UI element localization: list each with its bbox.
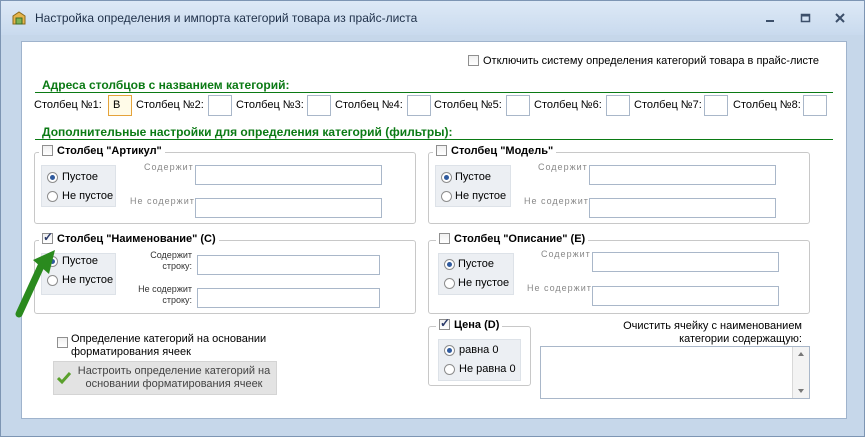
model-notempty-label: Не пустое [455,190,507,202]
column-6-label: Столбец №6: [534,99,602,111]
minimize-button[interactable] [759,9,781,27]
desc-empty-radio[interactable] [444,259,455,270]
title-bar: Настройка определения и импорта категори… [1,1,864,35]
price-checkbox[interactable] [439,316,450,330]
desc-title: Столбец "Описание" (Е) [454,233,586,245]
format-config-label: Настроить определение категорий на основ… [77,365,271,390]
artikul-group-header: Столбец "Артикул" [39,145,165,157]
maximize-button[interactable] [794,9,816,27]
column-5-input[interactable] [506,95,530,116]
column-4-input[interactable] [407,95,431,116]
artikul-notcontains-label: Не содержит [130,196,195,206]
model-checkbox[interactable] [436,145,447,156]
price-eq-label: равна 0 [459,344,499,356]
close-icon [835,13,845,23]
model-contains-label: Содержит [538,162,588,172]
format-def-label: Определение категорий на основании форма… [71,333,267,358]
column-5-label: Столбец №5: [434,99,502,111]
model-title: Столбец "Модель" [451,145,554,157]
column-3-input[interactable] [307,95,331,116]
price-neq-label: Не равна 0 [459,363,516,375]
price-group-header: Цена (D) [436,316,503,331]
artikul-checkbox[interactable] [42,145,53,156]
column-8-label: Столбец №8: [733,99,801,111]
filters-divider [35,139,833,140]
desc-notcontains-input[interactable] [592,286,779,306]
desc-contains-label: Содержит [541,249,591,259]
column-2-input[interactable] [208,95,232,116]
column-7-input[interactable] [704,95,728,116]
model-notcontains-input[interactable] [589,198,776,218]
name-contains-label: Содержит строку: [150,250,192,271]
column-3-label: Столбец №3: [236,99,304,111]
desc-contains-input[interactable] [592,252,779,272]
artikul-notempty-label: Не пустое [62,190,114,202]
scroll-up-icon [798,352,804,356]
artikul-contains-input[interactable] [195,165,382,185]
filters-header: Дополнительные настройки для определения… [42,125,453,139]
column-7-label: Столбец №7: [634,99,702,111]
desc-group-header: Столбец "Описание" (Е) [436,233,589,245]
model-notcontains-label: Не содержит [524,196,589,206]
artikul-notempty-radio[interactable] [47,191,58,202]
name-checkbox[interactable] [42,230,53,244]
column-1-label: Столбец №1: [34,99,102,111]
format-def-checkbox[interactable] [57,337,68,348]
columns-header: Адреса столбцов с названием категорий: [42,78,290,92]
price-title: Цена (D) [454,319,500,331]
artikul-title: Столбец "Артикул" [57,145,162,157]
artikul-empty-label: Пустое [62,171,98,183]
desc-notcontains-label: Не содержит [527,283,592,293]
name-notcontains-label: Не содержит строку: [138,284,192,305]
model-empty-label: Пустое [455,171,491,183]
name-notcontains-input[interactable] [197,288,380,308]
dialog-window: Настройка определения и импорта категори… [0,0,865,437]
artikul-empty-radio[interactable] [47,172,58,183]
column-1-input[interactable]: В [108,95,132,116]
column-6-input[interactable] [606,95,630,116]
name-title: Столбец "Наименование" (С) [57,233,216,245]
disable-system-label: Отключить систему определения категорий … [483,55,820,67]
column-2-label: Столбец №2: [136,99,204,111]
columns-divider [35,92,833,93]
close-button[interactable] [829,9,851,27]
column-4-label: Столбец №4: [335,99,403,111]
desc-empty-label: Пустое [458,258,494,270]
disable-system-checkbox[interactable] [468,55,479,66]
price-eq-radio[interactable] [444,345,455,356]
price-neq-radio[interactable] [444,364,455,375]
checkmark-icon [57,372,71,385]
clear-cell-label: Очистить ячейку с наименованием категори… [623,320,802,345]
name-group-header: Столбец "Наименование" (С) [39,230,219,245]
clear-cell-scrollbar[interactable] [792,347,809,398]
minimize-icon [766,20,774,22]
maximize-icon [800,13,811,23]
app-icon [11,10,27,26]
green-arrow-icon [15,250,55,318]
dialog-client-area: Отключить систему определения категорий … [21,41,847,419]
scroll-down-icon [798,389,804,393]
name-contains-input[interactable] [197,255,380,275]
window-title: Настройка определения и импорта категори… [35,11,418,25]
artikul-notcontains-input[interactable] [195,198,382,218]
model-group-header: Столбец "Модель" [433,145,557,157]
model-empty-radio[interactable] [441,172,452,183]
model-contains-input[interactable] [589,165,776,185]
desc-notempty-label: Не пустое [458,277,510,289]
artikul-contains-label: Содержит [144,162,194,172]
desc-notempty-radio[interactable] [444,278,455,289]
model-notempty-radio[interactable] [441,191,452,202]
format-config-button[interactable]: Настроить определение категорий на основ… [53,361,277,395]
clear-cell-textarea[interactable] [540,346,810,399]
column-8-input[interactable] [803,95,827,116]
desc-checkbox[interactable] [439,233,450,244]
